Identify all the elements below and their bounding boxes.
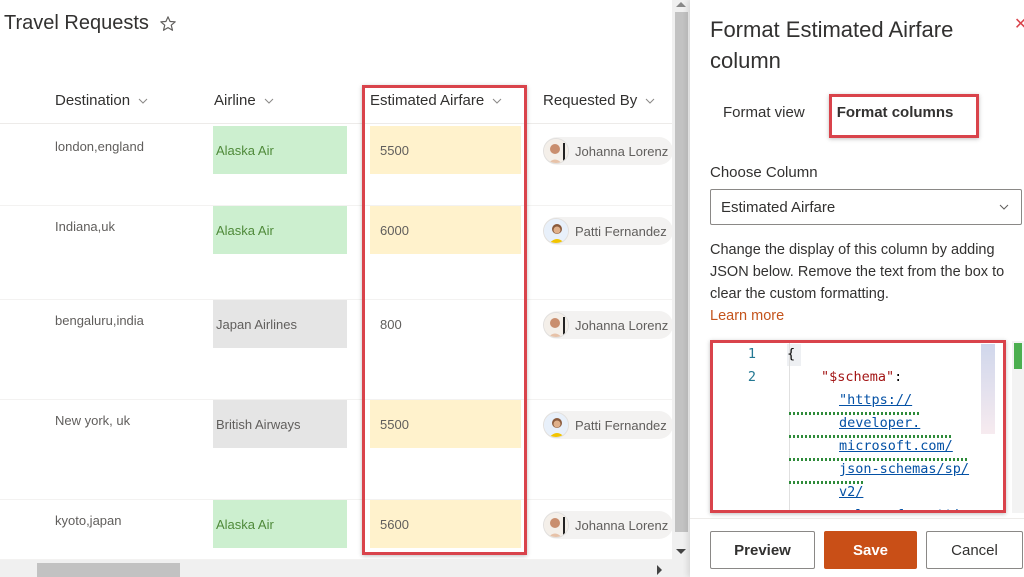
cell-destination: New york, uk — [55, 413, 131, 428]
save-button[interactable]: Save — [824, 531, 917, 569]
scroll-up-arrow-icon[interactable] — [676, 2, 686, 7]
list-title: Travel Requests — [4, 12, 177, 35]
horizontal-scroll-thumb[interactable] — [37, 563, 180, 577]
cell-estimated-airfare: 5500 — [370, 126, 521, 174]
cell-requested-by[interactable]: Johanna Lorenz — [543, 137, 673, 165]
column-header-label: Destination — [55, 92, 131, 109]
scrollbar-corner — [672, 560, 690, 577]
avatar — [543, 218, 569, 244]
scroll-right-arrow-icon[interactable] — [657, 565, 662, 575]
cell-estimated-airfare: 5600 — [370, 500, 521, 548]
cell-estimated-airfare: 5500 — [370, 400, 521, 448]
choose-column-label: Choose Column — [710, 164, 818, 181]
table-row[interactable]: New york, uk British Airways 5500 Patti Fer… — [0, 400, 673, 500]
cell-requested-by[interactable]: Johanna Lorenz — [543, 311, 673, 339]
cell-airline: Japan Airlines — [213, 300, 347, 348]
cancel-button[interactable]: Cancel — [926, 531, 1023, 569]
cell-requested-by[interactable]: Patti Fernandez — [543, 411, 673, 439]
editor-scrollbar[interactable] — [1012, 341, 1024, 513]
vertical-scroll-thumb[interactable] — [675, 12, 688, 532]
column-header-destination[interactable]: Destination — [55, 92, 148, 109]
panel-footer: Preview Save Cancel — [690, 518, 1024, 577]
cell-requested-by[interactable]: Patti Fernandez — [543, 217, 673, 245]
editor-scroll-thumb[interactable] — [1014, 343, 1022, 369]
avatar — [543, 312, 569, 338]
requested-by-name: Patti Fernandez — [575, 417, 667, 433]
cell-destination: london,england — [55, 139, 144, 154]
column-header-label: Airline — [214, 92, 256, 109]
chevron-down-icon — [138, 96, 148, 106]
cell-requested-by[interactable]: Johanna Lorenz — [543, 511, 673, 539]
scroll-down-arrow-icon[interactable] — [676, 549, 686, 554]
cell-airline: Alaska Air — [213, 126, 347, 174]
requested-by-name: Johanna Lorenz — [575, 143, 669, 159]
table-row[interactable]: kyoto,japan Alaska Air 5600 Johanna Lorenz — [0, 500, 673, 560]
panel-title: Format Estimated Airfare column — [710, 17, 954, 73]
cell-airline: British Airways — [213, 400, 347, 448]
close-icon[interactable]: ✕ — [1014, 14, 1024, 30]
choose-column-dropdown[interactable]: Estimated Airfare — [710, 189, 1022, 225]
cell-destination: Indiana,uk — [55, 219, 115, 234]
dropdown-selected-value: Estimated Airfare — [721, 198, 836, 216]
table-row[interactable]: bengaluru,india Japan Airlines 800 Johanna … — [0, 300, 673, 400]
learn-more-link[interactable]: Learn more — [710, 305, 1020, 327]
column-header-label: Estimated Airfare — [370, 92, 485, 109]
cell-destination: bengaluru,india — [55, 313, 144, 328]
table-row[interactable]: Indiana,uk Alaska Air 6000 Patti Fernandez — [0, 206, 673, 300]
vertical-scrollbar[interactable] — [672, 0, 690, 560]
description-text: Change the display of this column by add… — [710, 242, 1005, 302]
requested-by-name: Patti Fernandez — [575, 223, 667, 239]
requested-by-name: Johanna Lorenz — [575, 517, 669, 533]
table-row[interactable]: london,england Alaska Air 5500 Johanna Lore… — [0, 126, 673, 206]
cell-airline: Alaska Air — [213, 500, 347, 548]
cell-airline: Alaska Air — [213, 206, 347, 254]
cell-estimated-airfare: 800 — [380, 316, 402, 332]
editor-highlight-box — [710, 340, 1006, 513]
column-header-label: Requested By — [543, 92, 638, 109]
column-header-requested-by[interactable]: Requested By — [543, 92, 655, 109]
format-columns-highlight-box — [829, 94, 979, 138]
list-area: Travel Requests Destination Airline Esti… — [0, 0, 690, 577]
star-icon[interactable] — [159, 15, 177, 33]
horizontal-scrollbar[interactable] — [0, 560, 672, 577]
chevron-down-icon — [492, 96, 502, 106]
requested-by-name: Johanna Lorenz — [575, 317, 669, 333]
list-title-text: Travel Requests — [4, 12, 149, 34]
chevron-down-icon — [264, 96, 274, 106]
cell-estimated-airfare: 6000 — [370, 206, 521, 254]
chevron-down-icon — [645, 96, 655, 106]
column-header-estimated-airfare[interactable]: Estimated Airfare — [370, 92, 502, 109]
cell-destination: kyoto,japan — [55, 513, 122, 528]
format-description: Change the display of this column by add… — [710, 239, 1020, 327]
preview-button[interactable]: Preview — [710, 531, 815, 569]
chevron-down-icon — [999, 202, 1009, 212]
column-header-row: Destination Airline Estimated Airfare Re… — [0, 84, 672, 124]
avatar — [543, 512, 569, 538]
column-header-airline[interactable]: Airline — [214, 92, 274, 109]
avatar — [543, 412, 569, 438]
avatar — [543, 138, 569, 164]
tab-format-view[interactable]: Format view — [710, 96, 818, 129]
